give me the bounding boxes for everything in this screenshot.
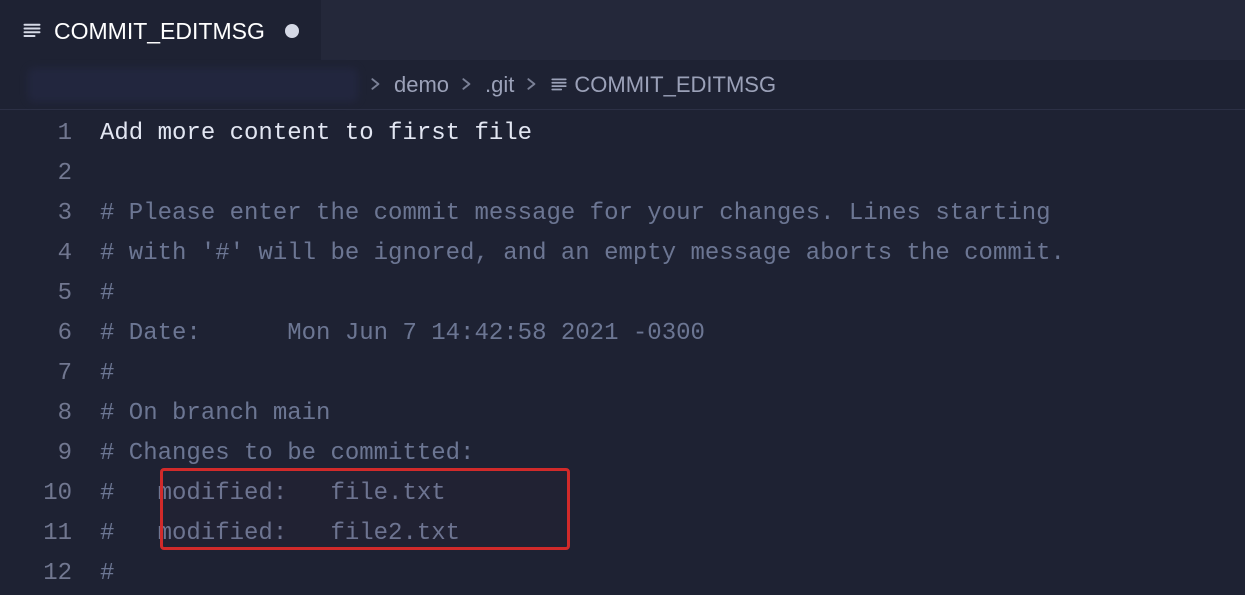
tab-filename: COMMIT_EDITMSG [54,18,265,45]
tab-bar: COMMIT_EDITMSG [0,0,1245,60]
line-number: 2 [0,154,100,194]
text-file-icon [550,76,568,94]
editor-line[interactable]: 8# On branch main [0,394,1245,434]
editor-line[interactable]: 4# with '#' will be ignored, and an empt… [0,234,1245,274]
line-content[interactable]: Add more content to first file [100,114,1245,154]
editor-line[interactable]: 12# [0,554,1245,594]
editor-line[interactable]: 1Add more content to first file [0,114,1245,154]
line-number: 3 [0,194,100,234]
breadcrumb-segment[interactable]: demo [394,72,449,98]
line-number: 4 [0,234,100,274]
line-content[interactable]: # Please enter the commit message for yo… [100,194,1245,234]
breadcrumb: demo .git COMMIT_EDITMSG [0,60,1245,110]
editor-line[interactable]: 11# modified: file2.txt [0,514,1245,554]
text-file-icon [22,21,42,41]
editor-line[interactable]: 3# Please enter the commit message for y… [0,194,1245,234]
editor-line[interactable]: 2 [0,154,1245,194]
line-number: 1 [0,114,100,154]
line-content[interactable]: # modified: file.txt [100,474,1245,514]
line-number: 5 [0,274,100,314]
chevron-right-icon [455,73,479,96]
line-number: 11 [0,514,100,554]
breadcrumb-segment[interactable]: COMMIT_EDITMSG [574,72,776,98]
line-content[interactable]: # Date: Mon Jun 7 14:42:58 2021 -0300 [100,314,1245,354]
breadcrumb-segment[interactable]: .git [485,72,514,98]
line-content[interactable]: # [100,554,1245,594]
breadcrumb-obscured-prefix [28,68,358,102]
line-content[interactable]: # with '#' will be ignored, and an empty… [100,234,1245,274]
line-number: 10 [0,474,100,514]
line-number: 7 [0,354,100,394]
editor-line[interactable]: 5# [0,274,1245,314]
editor-area[interactable]: 1Add more content to first file23# Pleas… [0,110,1245,594]
editor-line[interactable]: 10# modified: file.txt [0,474,1245,514]
chevron-right-icon [520,73,544,96]
line-content[interactable]: # modified: file2.txt [100,514,1245,554]
line-number: 6 [0,314,100,354]
line-content[interactable]: # On branch main [100,394,1245,434]
line-number: 9 [0,434,100,474]
editor-line[interactable]: 9# Changes to be committed: [0,434,1245,474]
chevron-right-icon [364,73,388,96]
editor-line[interactable]: 7# [0,354,1245,394]
editor-line[interactable]: 6# Date: Mon Jun 7 14:42:58 2021 -0300 [0,314,1245,354]
tab-commit-editmsg[interactable]: COMMIT_EDITMSG [0,0,321,60]
line-content[interactable]: # Changes to be committed: [100,434,1245,474]
line-content[interactable]: # [100,274,1245,314]
line-number: 8 [0,394,100,434]
unsaved-indicator-icon[interactable] [285,24,299,38]
line-number: 12 [0,554,100,594]
line-content[interactable]: # [100,354,1245,394]
